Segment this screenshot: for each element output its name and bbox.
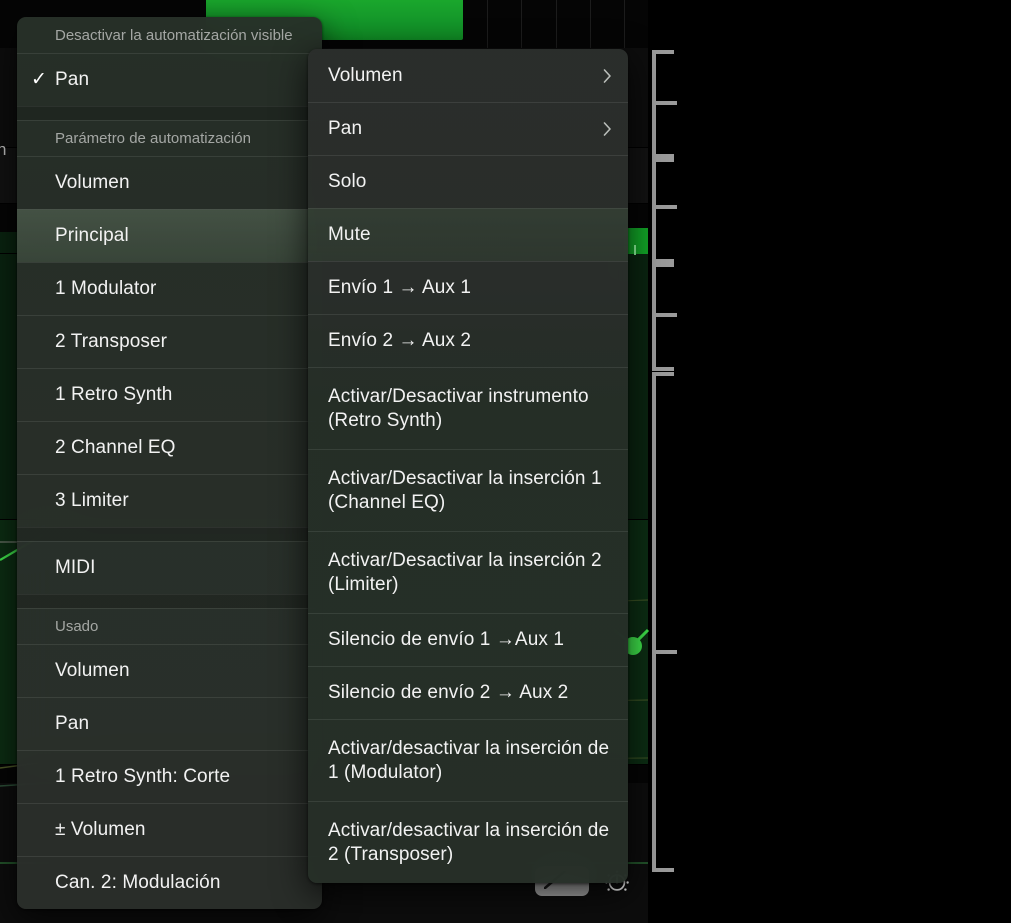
menu-item-usado-volumen[interactable]: Volumen: [17, 644, 322, 697]
menu-item-current-selection[interactable]: ✓ Pan: [17, 53, 322, 106]
app-window: n Desactivar la automatización visible ✓…: [0, 0, 1011, 923]
menu-item-label: 2 Channel EQ: [55, 437, 176, 459]
automation-parameter-menu[interactable]: Desactivar la automatización visible ✓ P…: [17, 17, 322, 909]
menu-item-label: ± Volumen: [55, 819, 146, 841]
submenu-item-toggle-midi-insert-1-modulator[interactable]: Activar/desactivar la inserción de 1 (Mo…: [308, 719, 628, 801]
submenu-item-toggle-insert-2-limiter[interactable]: Activar/Desactivar la inserción 2 (Limit…: [308, 531, 628, 613]
submenu-item-mute-send-1-aux-1[interactable]: Silencio de envío 1 →Aux 1: [308, 613, 628, 666]
section-header-automation-parameter: Parámetro de automatización: [17, 120, 322, 156]
track-bracket-arm: [652, 372, 674, 376]
submenu-item-label: Activar/Desactivar instrumento (Retro Sy…: [328, 385, 589, 431]
menu-item-midi[interactable]: MIDI: [17, 541, 322, 594]
menu-item-2-transposer[interactable]: 2 Transposer: [17, 315, 322, 368]
submenu-item-label: Envío 2 → Aux 2: [328, 330, 472, 352]
track-bracket-arm: [652, 50, 674, 54]
track-bracket: [652, 158, 656, 263]
track-bracket-arm: [652, 367, 674, 371]
checkmark-icon: ✓: [31, 69, 48, 91]
menu-item-label: 1 Retro Synth: Corte: [55, 766, 231, 788]
menu-item-label: Can. 2: Modulación: [55, 872, 221, 894]
grid-line: [556, 0, 557, 48]
submenu-item-toggle-instrument-retro-synth[interactable]: Activar/Desactivar instrumento (Retro Sy…: [308, 367, 628, 449]
track-bracket: [652, 372, 656, 872]
menu-separator: [17, 594, 322, 608]
section-header-usado: Usado: [17, 608, 322, 644]
submenu-item-envio-2-aux-2[interactable]: Envío 2 → Aux 2: [308, 314, 628, 367]
submenu-item-label: Silencio de envío 2 → Aux 2: [328, 682, 569, 704]
menu-item-usado-can2-modulacion[interactable]: Can. 2: Modulación: [17, 856, 322, 909]
menu-item-label: MIDI: [55, 557, 96, 579]
menu-item-principal[interactable]: Principal: [17, 209, 322, 262]
submenu-item-label: Volumen: [328, 64, 403, 86]
principal-submenu[interactable]: Volumen Pan Solo Mute Envío 1 → Aux 1 En…: [308, 49, 628, 883]
menu-item-2-channel-eq[interactable]: 2 Channel EQ: [17, 421, 322, 474]
menu-item-label: Volumen: [55, 172, 130, 194]
submenu-item-solo[interactable]: Solo: [308, 155, 628, 208]
track-bracket-arm: [652, 263, 674, 267]
submenu-item-pan[interactable]: Pan: [308, 102, 628, 155]
track-bracket-arm: [652, 868, 674, 872]
menu-separator: [17, 106, 322, 120]
submenu-item-label: Solo: [328, 171, 367, 193]
menu-item-usado-pan[interactable]: Pan: [17, 697, 322, 750]
clipped-track-name: n: [0, 140, 7, 159]
submenu-item-label: Pan: [328, 118, 363, 140]
menu-item-3-limiter[interactable]: 3 Limiter: [17, 474, 322, 527]
track-bracket-arm: [652, 650, 677, 654]
menu-item-label: Volumen: [55, 660, 130, 682]
submenu-item-mute-send-2-aux-2[interactable]: Silencio de envío 2 → Aux 2: [308, 666, 628, 719]
grid-line: [521, 0, 522, 48]
submenu-item-label: Mute: [328, 224, 371, 246]
submenu-item-label: Activar/desactivar la inserción de 2 (Tr…: [328, 819, 610, 865]
submenu-item-label: Activar/Desactivar la inserción 1 (Chann…: [328, 467, 602, 513]
track-bracket-arm: [652, 313, 677, 317]
chevron-right-icon: [603, 68, 611, 83]
menu-item-volumen[interactable]: Volumen: [17, 156, 322, 209]
menu-item-label: 3 Limiter: [55, 490, 129, 512]
submenu-item-label: Envío 1 → Aux 1: [328, 277, 472, 299]
menu-item-1-modulator[interactable]: 1 Modulator: [17, 262, 322, 315]
submenu-item-toggle-midi-insert-2-transposer[interactable]: Activar/desactivar la inserción de 2 (Tr…: [308, 801, 628, 883]
menu-item-label: 1 Modulator: [55, 278, 157, 300]
menu-item-label: Principal: [55, 225, 129, 247]
menu-item-usado-retro-synth-corte[interactable]: 1 Retro Synth: Corte: [17, 750, 322, 803]
menu-item-1-retro-synth[interactable]: 1 Retro Synth: [17, 368, 322, 421]
grid-line: [624, 0, 625, 48]
chevron-right-icon: [603, 122, 611, 136]
submenu-item-toggle-insert-1-channel-eq[interactable]: Activar/Desactivar la inserción 1 (Chann…: [308, 449, 628, 531]
menu-item-label: Pan: [55, 713, 90, 735]
submenu-item-label: Activar/Desactivar la inserción 2 (Limit…: [328, 549, 602, 595]
submenu-item-volumen[interactable]: Volumen: [308, 49, 628, 102]
menu-item-label: Pan: [55, 69, 90, 91]
track-bracket-arm: [652, 158, 674, 162]
grid-line: [590, 0, 591, 48]
submenu-item-mute[interactable]: Mute: [308, 208, 628, 261]
menu-item-label: 1 Retro Synth: [55, 384, 173, 406]
grid-line: [487, 0, 488, 48]
track-bracket-arm: [652, 205, 677, 209]
region-marker-tick: [634, 245, 636, 255]
menu-item-disable-visible-automation[interactable]: Desactivar la automatización visible: [17, 17, 322, 53]
track-bracket-arm: [652, 101, 677, 105]
track-bracket: [652, 263, 656, 371]
menu-separator: [17, 527, 322, 541]
submenu-item-label: Silencio de envío 1 →Aux 1: [328, 629, 565, 651]
menu-item-usado-plusminus-volumen[interactable]: ± Volumen: [17, 803, 322, 856]
submenu-item-label: Activar/desactivar la inserción de 1 (Mo…: [328, 737, 610, 783]
menu-item-label: 2 Transposer: [55, 331, 168, 353]
submenu-item-envio-1-aux-1[interactable]: Envío 1 → Aux 1: [308, 261, 628, 314]
